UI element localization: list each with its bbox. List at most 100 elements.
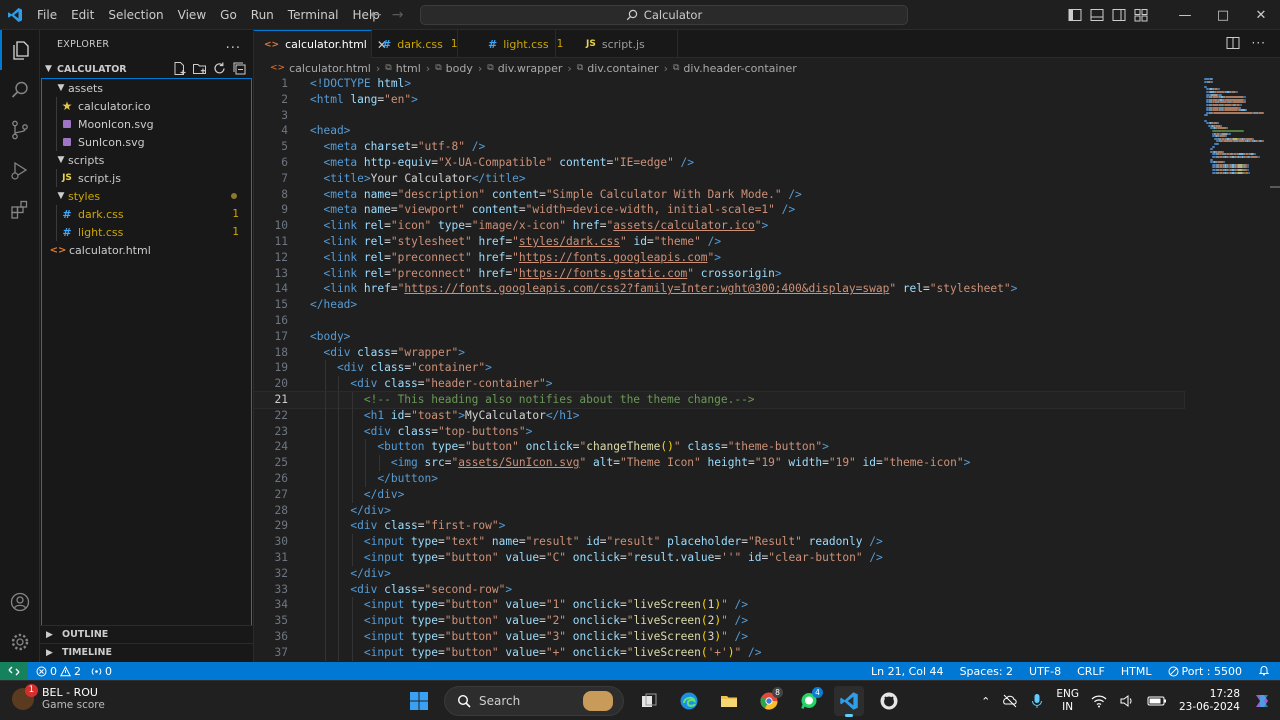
line-number[interactable]: 15 bbox=[254, 297, 288, 313]
tree-file-calculator-ico[interactable]: ★ calculator.ico bbox=[42, 97, 251, 115]
tree-file-script-js[interactable]: JS script.js bbox=[42, 169, 251, 187]
line-number[interactable]: 20 bbox=[254, 376, 288, 392]
line-number[interactable]: 21 bbox=[254, 392, 288, 408]
workspace-folder-header[interactable]: ▼ CALCULATOR bbox=[40, 58, 253, 80]
vscode-taskbar-button[interactable] bbox=[834, 686, 864, 717]
code-line[interactable]: 10 <link rel="icon" type="image/x-icon" … bbox=[254, 218, 1184, 234]
line-number[interactable]: 8 bbox=[254, 187, 288, 203]
extensions-activity[interactable] bbox=[0, 190, 40, 230]
search-activity[interactable] bbox=[0, 70, 40, 110]
encoding[interactable]: UTF-8 bbox=[1029, 665, 1061, 678]
command-center-search[interactable]: Calculator bbox=[420, 5, 908, 25]
tab-script-js[interactable]: JS script.js bbox=[556, 30, 678, 58]
manage-activity[interactable] bbox=[0, 622, 40, 662]
timeline-section[interactable]: ▶ TIMELINE bbox=[40, 643, 254, 661]
tree-folder-styles[interactable]: ▼ styles bbox=[42, 187, 251, 205]
run-debug-activity[interactable] bbox=[0, 150, 40, 190]
breadcrumb-header-container[interactable]: ⧉ div.header-container bbox=[673, 62, 797, 75]
menu-file[interactable]: File bbox=[30, 0, 64, 30]
breadcrumb-container[interactable]: ⧉ div.container bbox=[577, 62, 659, 75]
line-number[interactable]: 10 bbox=[254, 218, 288, 234]
breadcrumb-wrapper[interactable]: ⧉ div.wrapper bbox=[487, 62, 562, 75]
line-number[interactable]: 30 bbox=[254, 534, 288, 550]
toggle-secondary-sidebar-icon[interactable] bbox=[1112, 8, 1126, 22]
tree-file-calculator-html[interactable]: <> calculator.html bbox=[42, 241, 251, 259]
code-line[interactable]: 7 <title>Your Calculator</title> bbox=[254, 171, 1184, 187]
line-number[interactable]: 29 bbox=[254, 518, 288, 534]
start-button[interactable] bbox=[404, 686, 434, 716]
line-number[interactable]: 7 bbox=[254, 171, 288, 187]
line-number[interactable]: 13 bbox=[254, 266, 288, 282]
new-file-icon[interactable] bbox=[172, 61, 187, 76]
copilot-icon[interactable] bbox=[1252, 691, 1272, 711]
tab-light-css[interactable]: # light.css 1 bbox=[458, 30, 563, 58]
chrome-button[interactable]: 8 bbox=[754, 686, 784, 716]
menu-go[interactable]: Go bbox=[213, 0, 244, 30]
code-line[interactable]: 26 </button> bbox=[254, 471, 1184, 487]
tree-folder-assets[interactable]: ▼ assets bbox=[42, 79, 251, 97]
customize-layout-icon[interactable] bbox=[1134, 8, 1148, 22]
code-line[interactable]: 6 <meta http-equiv="X-UA-Compatible" con… bbox=[254, 155, 1184, 171]
code-editor[interactable]: 1 <!DOCTYPE html> 2 <html lang="en"> 3 4 <head… bbox=[254, 78, 1280, 662]
line-number[interactable]: 34 bbox=[254, 597, 288, 613]
line-number[interactable]: 25 bbox=[254, 455, 288, 471]
live-server-port[interactable]: Port : 5500 bbox=[1168, 665, 1242, 678]
input-language[interactable]: ENG IN bbox=[1056, 688, 1079, 714]
code-line[interactable]: 13 <link rel="preconnect" href="https://… bbox=[254, 266, 1184, 282]
code-line[interactable]: 27 </div> bbox=[254, 487, 1184, 503]
battery-icon[interactable] bbox=[1147, 695, 1167, 707]
line-number[interactable]: 11 bbox=[254, 234, 288, 250]
onedrive-offline-icon[interactable] bbox=[1002, 693, 1018, 709]
menu-edit[interactable]: Edit bbox=[64, 0, 101, 30]
accounts-activity[interactable] bbox=[0, 582, 40, 622]
code-line[interactable]: 1 <!DOCTYPE html> bbox=[254, 78, 1184, 92]
edge-button[interactable] bbox=[674, 686, 704, 716]
code-line[interactable]: 37 <input type="button" value="+" onclic… bbox=[254, 645, 1184, 661]
code-line[interactable]: 17 <body> bbox=[254, 329, 1184, 345]
code-line[interactable]: 20 <div class="header-container"> bbox=[254, 376, 1184, 392]
line-number[interactable]: 3 bbox=[254, 108, 288, 124]
notifications-bell-icon[interactable] bbox=[1258, 664, 1270, 679]
github-button[interactable] bbox=[874, 686, 904, 716]
line-number[interactable]: 2 bbox=[254, 92, 288, 108]
line-number[interactable]: 19 bbox=[254, 360, 288, 376]
code-line[interactable]: 32 </div> bbox=[254, 566, 1184, 582]
task-view-button[interactable] bbox=[634, 686, 664, 716]
remote-indicator[interactable] bbox=[0, 662, 28, 680]
code-line[interactable]: 23 <div class="top-buttons"> bbox=[254, 424, 1184, 440]
close-window-button[interactable]: ✕ bbox=[1242, 0, 1280, 30]
code-line[interactable]: 9 <meta name="viewport" content="width=d… bbox=[254, 202, 1184, 218]
code-line[interactable]: 3 bbox=[254, 108, 1184, 124]
new-folder-icon[interactable] bbox=[192, 61, 207, 76]
indentation[interactable]: Spaces: 2 bbox=[960, 665, 1013, 678]
code-line[interactable]: 16 bbox=[254, 313, 1184, 329]
split-editor-icon[interactable] bbox=[1226, 36, 1240, 50]
code-line[interactable]: 31 <input type="button" value="C" onclic… bbox=[254, 550, 1184, 566]
code-line[interactable]: 35 <input type="button" value="2" onclic… bbox=[254, 613, 1184, 629]
outline-section[interactable]: ▶ OUTLINE bbox=[40, 625, 254, 643]
tree-file-dark-css[interactable]: # dark.css 1 bbox=[42, 205, 251, 223]
code-line[interactable]: 21 <!-- This heading also notifies about… bbox=[254, 391, 1185, 409]
toggle-primary-sidebar-icon[interactable] bbox=[1068, 8, 1082, 22]
code-line[interactable]: 14 <link href="https://fonts.googleapis.… bbox=[254, 281, 1184, 297]
code-line[interactable]: 36 <input type="button" value="3" onclic… bbox=[254, 629, 1184, 645]
breadcrumb-body[interactable]: ⧉ body bbox=[435, 62, 473, 75]
menu-view[interactable]: View bbox=[171, 0, 213, 30]
line-number[interactable]: 6 bbox=[254, 155, 288, 171]
file-explorer-button[interactable] bbox=[714, 686, 744, 716]
code-line[interactable]: 5 <meta charset="utf-8" /> bbox=[254, 139, 1184, 155]
chevron-up-icon[interactable]: ⌃ bbox=[981, 695, 990, 708]
minimize-button[interactable]: — bbox=[1166, 0, 1204, 30]
widgets-button[interactable]: 1 BEL - ROU Game score bbox=[12, 683, 105, 711]
problems-status[interactable]: 0 2 bbox=[36, 665, 81, 678]
microphone-icon[interactable] bbox=[1030, 693, 1044, 709]
volume-icon[interactable] bbox=[1119, 694, 1135, 708]
line-number[interactable]: 17 bbox=[254, 329, 288, 345]
refresh-icon[interactable] bbox=[212, 61, 227, 76]
taskbar-search[interactable]: Search bbox=[444, 686, 624, 716]
code-line[interactable]: 11 <link rel="stylesheet" href="styles/d… bbox=[254, 234, 1184, 250]
line-number[interactable]: 12 bbox=[254, 250, 288, 266]
code-line[interactable]: 29 <div class="first-row"> bbox=[254, 518, 1184, 534]
line-number[interactable]: 16 bbox=[254, 313, 288, 329]
code-line[interactable]: 34 <input type="button" value="1" onclic… bbox=[254, 597, 1184, 613]
